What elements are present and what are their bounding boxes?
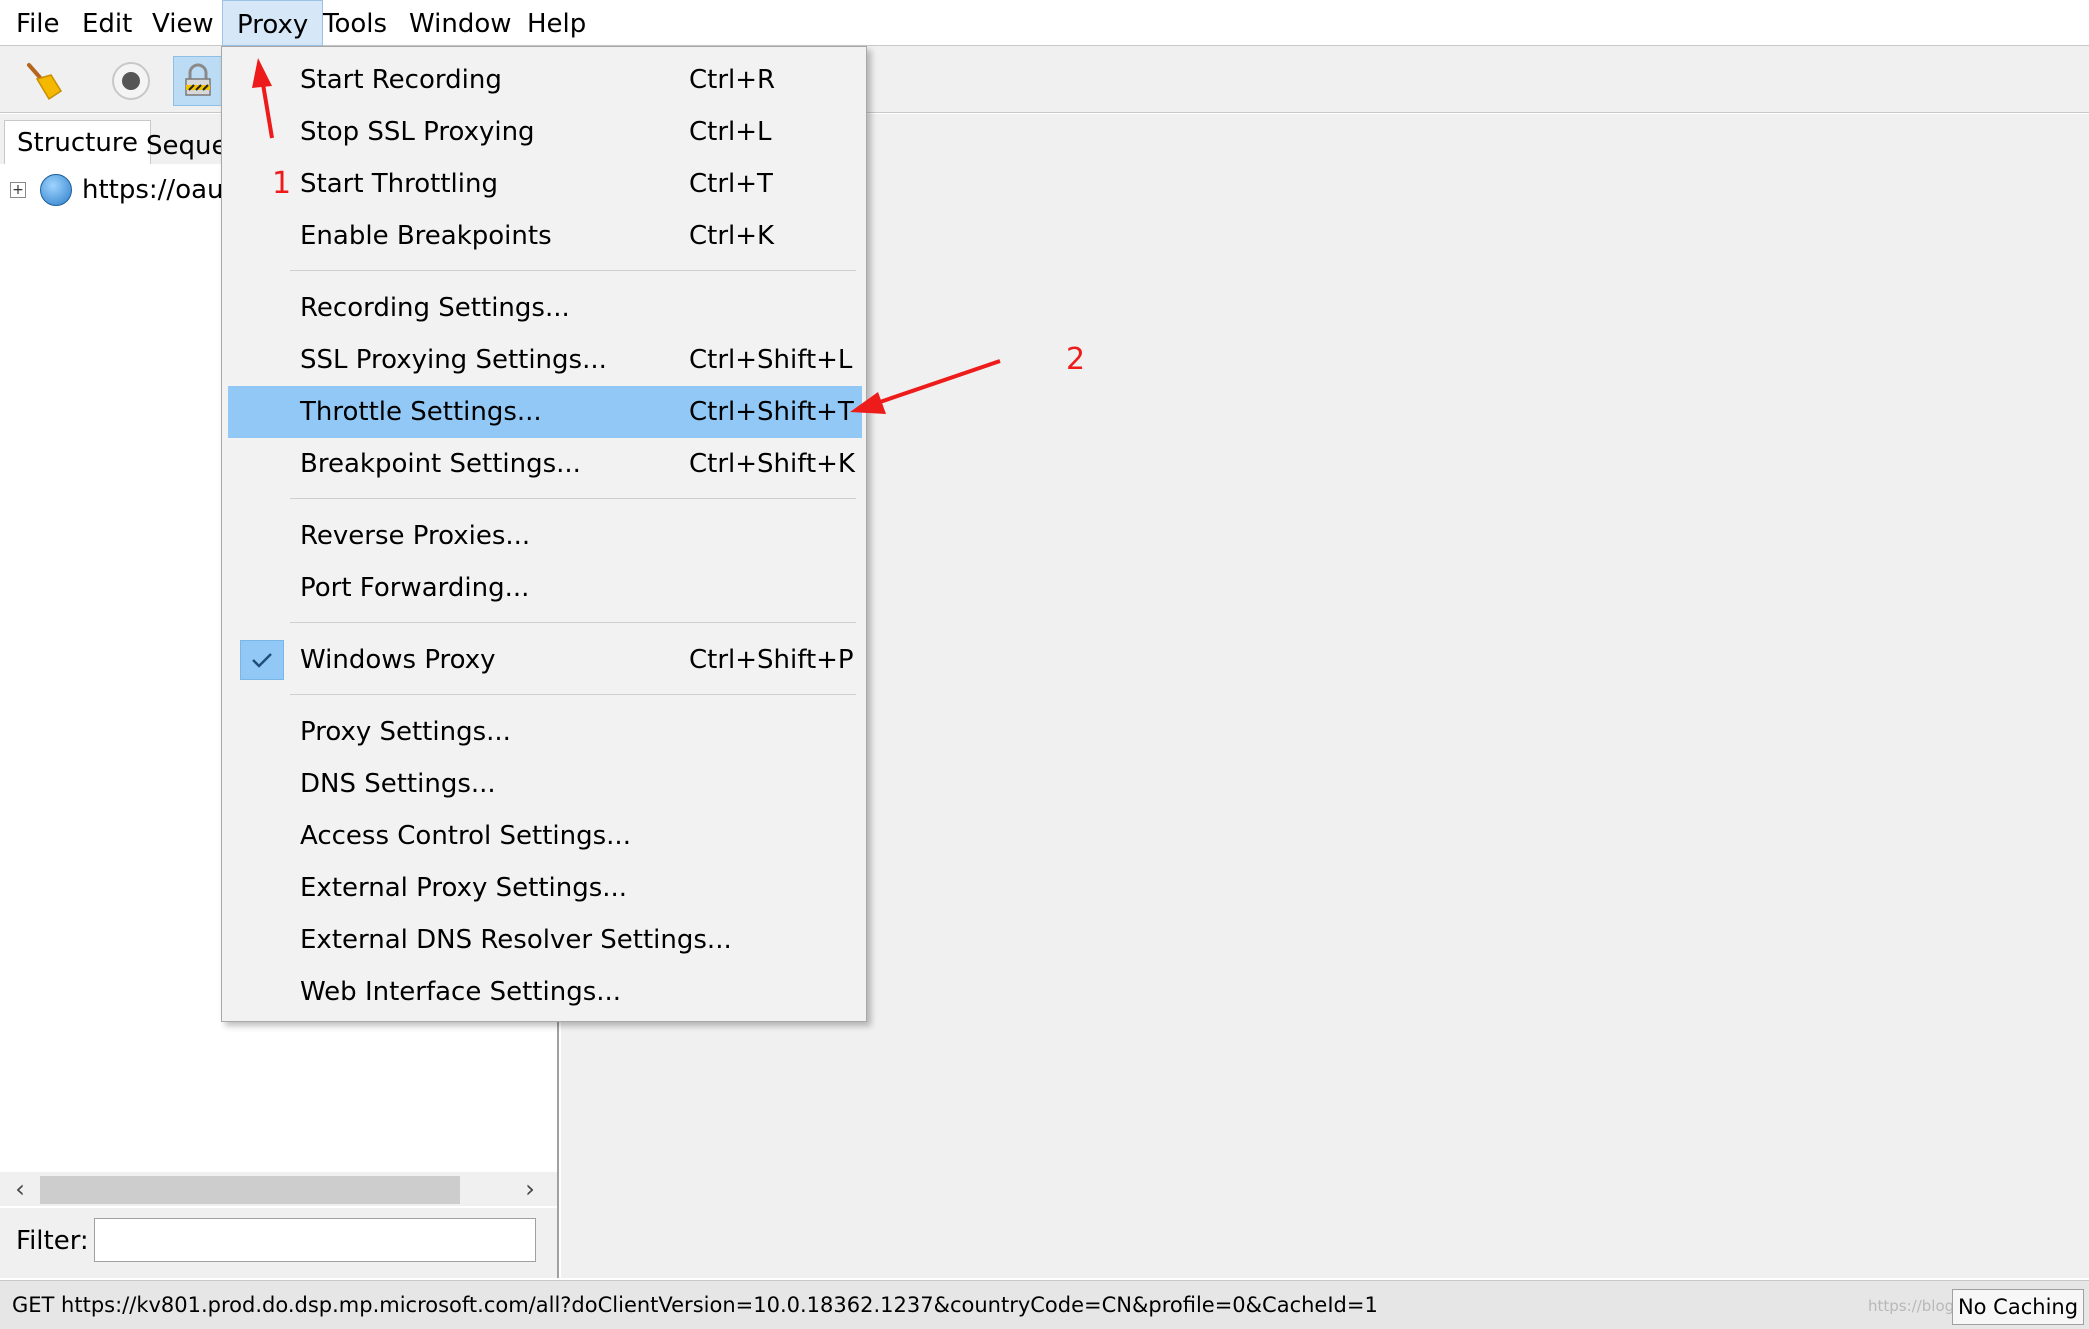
menu-separator (290, 694, 856, 695)
checkmark-icon (240, 640, 284, 680)
menu-item-port-forwarding[interactable]: Port Forwarding... (228, 562, 862, 614)
menu-item-label: SSL Proxying Settings... (300, 345, 607, 375)
menu-item-ssl-proxying-settings[interactable]: SSL Proxying Settings... Ctrl+Shift+L (228, 334, 862, 386)
menu-item-start-throttling[interactable]: Start Throttling Ctrl+T (228, 158, 862, 210)
menu-view[interactable]: View (138, 0, 228, 46)
menu-item-start-recording[interactable]: Start Recording Ctrl+R (228, 54, 862, 106)
tree-item-host[interactable]: + https://oaut (10, 172, 234, 208)
menu-item-label: Recording Settings... (300, 293, 570, 323)
menu-item-label: Proxy Settings... (300, 717, 511, 747)
record-button[interactable] (106, 56, 156, 106)
no-caching-button[interactable]: No Caching (1952, 1289, 2084, 1325)
annotation-step-2: 2 (1066, 342, 1086, 377)
annotation-step-1: 1 (272, 166, 292, 201)
scroll-left-icon[interactable]: ‹ (0, 1172, 40, 1206)
menu-separator (290, 622, 856, 623)
menu-item-label: External DNS Resolver Settings... (300, 925, 732, 955)
menu-item-label: Start Throttling (300, 169, 498, 199)
menu-edit[interactable]: Edit (68, 0, 146, 46)
horizontal-scrollbar[interactable]: ‹ › (0, 1172, 557, 1206)
tree-item-label: https://oaut (82, 175, 234, 205)
record-icon (112, 62, 150, 100)
menu-item-label: Enable Breakpoints (300, 221, 552, 251)
menu-item-reverse-proxies[interactable]: Reverse Proxies... (228, 510, 862, 562)
scroll-right-icon[interactable]: › (510, 1172, 550, 1206)
status-request-text: GET https://kv801.prod.do.dsp.mp.microso… (12, 1293, 1378, 1317)
expand-icon[interactable]: + (10, 182, 26, 198)
menu-separator (290, 270, 856, 271)
menu-item-access-control-settings[interactable]: Access Control Settings... (228, 810, 862, 862)
menu-item-shortcut: Ctrl+R (689, 65, 776, 95)
menu-item-label: Web Interface Settings... (300, 977, 622, 1007)
globe-icon (40, 174, 72, 206)
menu-item-shortcut: Ctrl+T (689, 169, 773, 199)
menu-item-label: Start Recording (300, 65, 502, 95)
menu-item-shortcut: Ctrl+Shift+K (689, 449, 855, 479)
menu-item-label: Access Control Settings... (300, 821, 631, 851)
menu-bar: File Edit View Proxy Tools Window Help (0, 0, 2089, 46)
menu-separator (290, 498, 856, 499)
clear-session-button[interactable] (18, 56, 68, 106)
menu-item-shortcut: Ctrl+L (689, 117, 772, 147)
tab-structure[interactable]: Structure (4, 120, 151, 164)
filter-label: Filter: (16, 1226, 89, 1256)
menu-item-recording-settings[interactable]: Recording Settings... (228, 282, 862, 334)
menu-item-windows-proxy[interactable]: Windows Proxy Ctrl+Shift+P (228, 634, 862, 686)
menu-item-label: Reverse Proxies... (300, 521, 531, 551)
status-bar: GET https://kv801.prod.do.dsp.mp.microso… (0, 1280, 2089, 1329)
menu-item-proxy-settings[interactable]: Proxy Settings... (228, 706, 862, 758)
proxy-menu: Start Recording Ctrl+R Stop SSL Proxying… (221, 46, 867, 1022)
menu-item-shortcut: Ctrl+Shift+L (689, 345, 853, 375)
menu-item-label: DNS Settings... (300, 769, 496, 799)
menu-item-external-proxy-settings[interactable]: External Proxy Settings... (228, 862, 862, 914)
menu-item-label: Stop SSL Proxying (300, 117, 535, 147)
menu-file[interactable]: File (2, 0, 74, 46)
menu-item-label: Windows Proxy (300, 645, 496, 675)
menu-item-web-interface-settings[interactable]: Web Interface Settings... (228, 966, 862, 1018)
menu-item-label: External Proxy Settings... (300, 873, 628, 903)
ssl-proxying-button[interactable] (173, 56, 223, 106)
filter-input[interactable] (94, 1218, 536, 1262)
menu-item-dns-settings[interactable]: DNS Settings... (228, 758, 862, 810)
menu-item-external-dns-resolver-settings[interactable]: External DNS Resolver Settings... (228, 914, 862, 966)
menu-item-shortcut: Ctrl+K (689, 221, 775, 251)
menu-item-shortcut: Ctrl+Shift+T (689, 397, 854, 427)
menu-item-breakpoint-settings[interactable]: Breakpoint Settings... Ctrl+Shift+K (228, 438, 862, 490)
menu-item-enable-breakpoints[interactable]: Enable Breakpoints Ctrl+K (228, 210, 862, 262)
scrollbar-thumb[interactable] (40, 1176, 460, 1204)
menu-item-throttle-settings[interactable]: Throttle Settings... Ctrl+Shift+T (228, 386, 862, 438)
menu-help[interactable]: Help (513, 0, 600, 46)
broom-icon (27, 63, 63, 101)
menu-item-label: Throttle Settings... (300, 397, 542, 427)
filter-bar: Filter: (0, 1208, 557, 1278)
menu-item-shortcut: Ctrl+Shift+P (689, 645, 854, 675)
menu-item-label: Breakpoint Settings... (300, 449, 581, 479)
menu-item-stop-ssl-proxying[interactable]: Stop SSL Proxying Ctrl+L (228, 106, 862, 158)
menu-item-label: Port Forwarding... (300, 573, 530, 603)
ssl-lock-icon (185, 63, 211, 96)
menu-tools[interactable]: Tools (309, 0, 401, 46)
menu-window[interactable]: Window (395, 0, 526, 46)
